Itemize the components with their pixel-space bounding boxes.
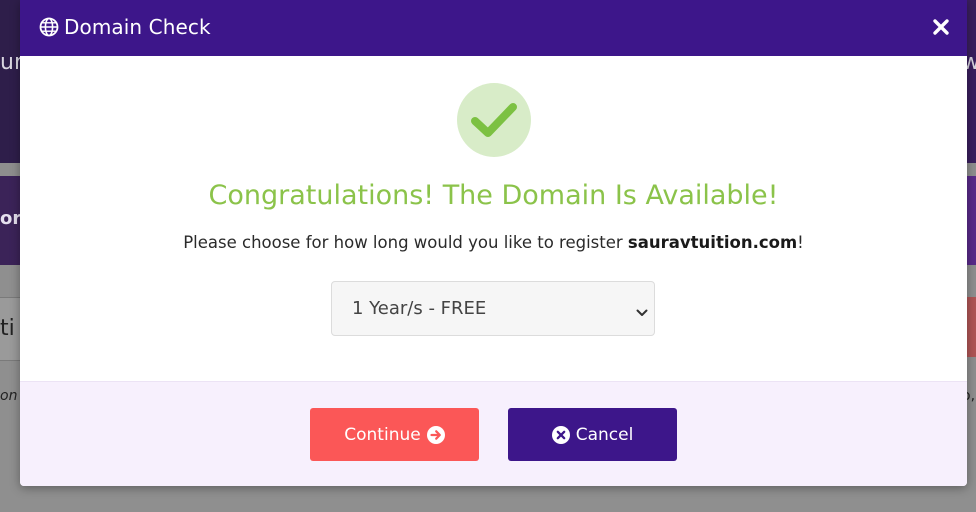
- success-check-icon: [457, 83, 531, 157]
- background-text-fragment: on: [0, 388, 18, 404]
- modal-header: Domain Check: [20, 0, 967, 56]
- background-text-fragment: ti: [0, 316, 15, 341]
- modal-body: Congratulations! The Domain Is Available…: [20, 56, 967, 382]
- continue-button[interactable]: Continue: [310, 408, 479, 461]
- registration-period-select[interactable]: 1 Year/s - FREE: [331, 281, 655, 336]
- arrow-circle-right-icon: [426, 425, 445, 444]
- modal-title: Domain Check: [64, 15, 211, 39]
- background-text-fragment: or: [0, 208, 22, 229]
- times-circle-icon: [551, 425, 570, 444]
- chevron-down-icon: [636, 303, 648, 322]
- continue-button-label: Continue: [344, 424, 421, 445]
- modal-footer: Continue Cancel: [20, 381, 967, 486]
- cancel-button-label: Cancel: [575, 424, 634, 445]
- registration-period-value: 1 Year/s - FREE: [352, 298, 487, 319]
- globe-icon: [39, 17, 59, 37]
- register-prompt: Please choose for how long would you lik…: [20, 231, 967, 255]
- cancel-button[interactable]: Cancel: [508, 408, 677, 461]
- domain-check-modal: Domain Check Congratulations! The Domain…: [20, 0, 967, 486]
- close-icon[interactable]: [930, 16, 952, 38]
- register-prompt-text: Please choose for how long would you lik…: [183, 233, 628, 252]
- availability-headline: Congratulations! The Domain Is Available…: [208, 180, 779, 211]
- domain-name: sauravtuition.com: [627, 233, 798, 252]
- register-prompt-suffix: !: [797, 233, 804, 252]
